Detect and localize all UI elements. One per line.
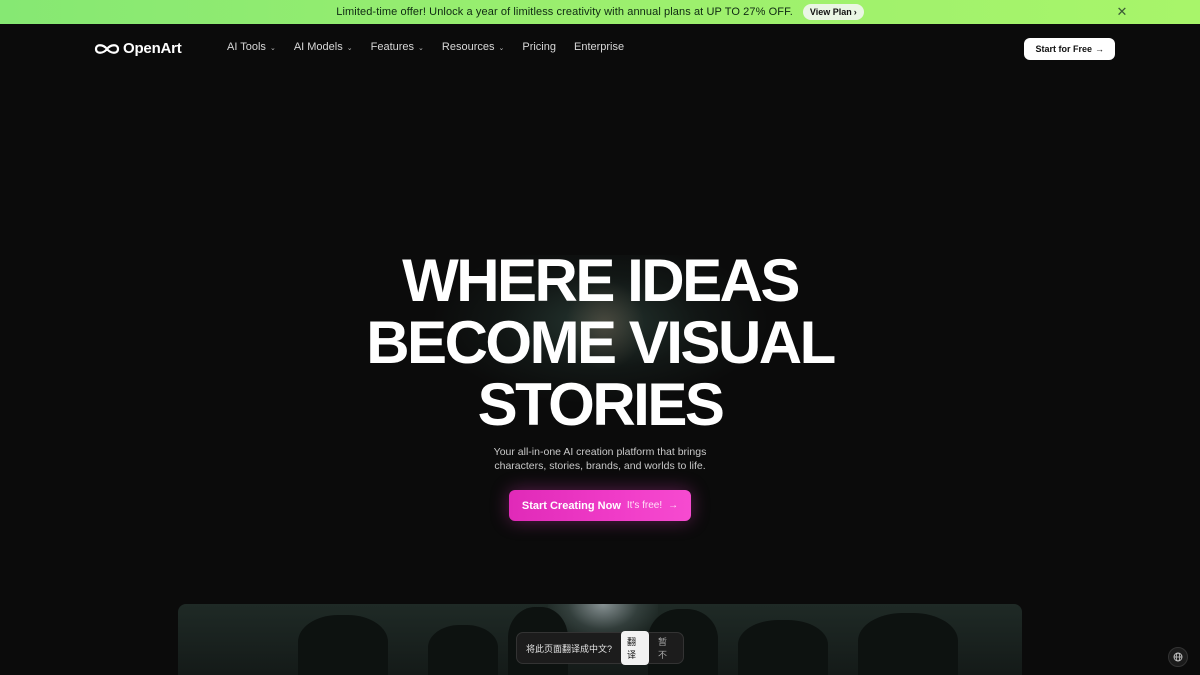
nav-item-resources[interactable]: Resources ⌄ — [442, 41, 504, 53]
start-for-free-label: Start for Free — [1035, 44, 1092, 54]
chevron-right-icon: › — [853, 7, 857, 17]
translate-question: 将此页面翻译成中文? — [526, 643, 613, 654]
logo-text: OpenArt — [123, 40, 182, 57]
subtext-line: characters, stories, brands, and worlds … — [494, 460, 706, 472]
main-nav: AI Tools ⌄ AI Models ⌄ Features ⌄ Resour… — [227, 41, 624, 53]
promo-banner: Limited-time offer! Unlock a year of lim… — [0, 0, 1200, 24]
arrow-right-icon: → — [1095, 44, 1104, 54]
globe-icon[interactable] — [1168, 647, 1188, 667]
close-icon[interactable]: ✕ — [1114, 4, 1130, 20]
site-header: OpenArt AI Tools ⌄ AI Models ⌄ Features … — [0, 24, 1200, 74]
chevron-down-icon: ⌄ — [346, 45, 353, 52]
arrow-right-icon: → — [668, 500, 679, 511]
headline-line: STORIES — [477, 371, 725, 438]
tree-shape — [858, 613, 958, 675]
start-creating-button[interactable]: Start Creating Now It's free! → — [509, 490, 691, 521]
tree-shape — [428, 625, 498, 675]
nav-item-enterprise[interactable]: Enterprise — [574, 41, 624, 53]
nav-item-features[interactable]: Features ⌄ — [371, 41, 424, 53]
nav-item-label: AI Models — [293, 41, 343, 53]
headline-line: BECOME VISUAL — [366, 309, 836, 376]
chevron-down-icon: ⌄ — [418, 45, 424, 52]
hero-headline: WHERE IDEAS BECOME VISUAL STORIES — [300, 250, 900, 436]
translate-accept-button[interactable]: 翻译 — [621, 631, 649, 665]
logo[interactable]: OpenArt — [94, 40, 182, 57]
nav-item-label: Enterprise — [573, 41, 625, 53]
translate-dismiss-button[interactable]: 暂不 — [658, 635, 674, 661]
hero-subtext: Your all-in-one AI creation platform tha… — [450, 445, 750, 473]
nav-item-label: Resources — [441, 41, 495, 53]
subtext-line: Your all-in-one AI creation platform tha… — [493, 446, 707, 458]
chevron-down-icon: ⌄ — [498, 45, 505, 52]
nav-item-ai-models[interactable]: AI Models ⌄ — [294, 41, 353, 53]
start-for-free-button[interactable]: Start for Free → — [1024, 38, 1115, 60]
translate-prompt: 将此页面翻译成中文? 翻译 暂不 — [516, 631, 684, 665]
view-plan-label: View Plan — [809, 7, 852, 17]
openart-logo-icon — [94, 43, 120, 54]
headline-line: WHERE IDEAS — [402, 247, 800, 314]
nav-item-label: Pricing — [522, 41, 556, 53]
nav-item-label: AI Tools — [227, 41, 266, 53]
tree-shape — [738, 620, 828, 675]
globe-glyph — [1173, 652, 1183, 662]
tree-shape — [298, 615, 388, 675]
start-creating-label: Start Creating Now — [521, 499, 621, 512]
nav-item-ai-tools[interactable]: AI Tools ⌄ — [227, 41, 276, 53]
nav-item-pricing[interactable]: Pricing — [522, 41, 556, 53]
nav-item-label: Features — [370, 41, 415, 53]
promo-text: Limited-time offer! Unlock a year of lim… — [336, 6, 793, 18]
its-free-label: It's free! — [626, 500, 663, 511]
chevron-down-icon: ⌄ — [269, 45, 276, 52]
view-plan-button[interactable]: View Plan › — [802, 4, 864, 20]
